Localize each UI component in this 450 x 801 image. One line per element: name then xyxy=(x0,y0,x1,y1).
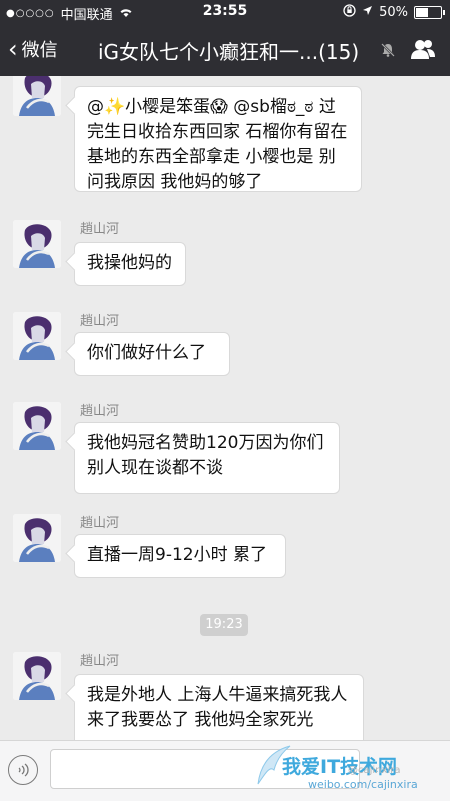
battery-level xyxy=(416,8,428,17)
voice-input-icon[interactable] xyxy=(8,755,38,785)
message-bubble[interactable]: 我是外地人 上海人牛逼来搞死我人来了我要怂了 我他妈全家死光 xyxy=(74,674,364,740)
mute-bell-icon xyxy=(380,42,396,62)
battery-icon xyxy=(414,6,445,19)
back-label: 微信 xyxy=(21,40,58,61)
avatar[interactable] xyxy=(13,76,61,116)
sender-name: 趙山河 xyxy=(80,654,120,669)
message-input[interactable] xyxy=(50,749,360,789)
back-button[interactable]: ‹ 微信 xyxy=(8,36,58,62)
status-bar: ●○○○○ 中国联通 23:55 50% xyxy=(0,0,450,24)
message-bubble[interactable]: 直播一周9-12小时 累了 xyxy=(74,534,286,578)
message-bubble[interactable]: 我操他妈的 xyxy=(74,242,186,286)
location-arrow-icon xyxy=(362,5,373,20)
message-bubble[interactable]: 我他妈冠名赞助120万因为你们别人现在谈都不谈 xyxy=(74,422,340,494)
chat-title: iG女队七个小癫狂和一...(15) xyxy=(98,40,360,64)
message-bubble[interactable]: 你们做好什么了 xyxy=(74,332,230,376)
sender-name: 趙山河 xyxy=(80,314,120,329)
avatar[interactable] xyxy=(13,514,61,562)
avatar[interactable] xyxy=(13,312,61,360)
avatar[interactable] xyxy=(13,652,61,700)
input-bar xyxy=(0,740,450,801)
battery-percent: 50% xyxy=(379,5,408,20)
sender-name: 趙山河 xyxy=(80,222,120,237)
sender-name: 趙山河 xyxy=(80,404,120,419)
chat-area[interactable]: @✨小樱是笨蛋😱 @sb榴ಠ_ಠ 过完生日收拾东西回家 石榴你有留在基地的东西全… xyxy=(0,76,450,740)
time-divider: 19:23 xyxy=(200,614,248,636)
message-bubble[interactable]: @✨小樱是笨蛋😱 @sb榴ಠ_ಠ 过完生日收拾东西回家 石榴你有留在基地的东西全… xyxy=(74,86,362,192)
sender-name: 趙山河 xyxy=(80,516,120,531)
avatar[interactable] xyxy=(13,220,61,268)
status-right: 50% xyxy=(343,4,445,21)
avatar[interactable] xyxy=(13,402,61,450)
orientation-lock-icon xyxy=(343,4,356,21)
chevron-left-icon: ‹ xyxy=(8,35,18,63)
contact-info-icon[interactable] xyxy=(410,38,436,64)
nav-bar: ‹ 微信 iG女队七个小癫狂和一...(15) xyxy=(0,24,450,76)
